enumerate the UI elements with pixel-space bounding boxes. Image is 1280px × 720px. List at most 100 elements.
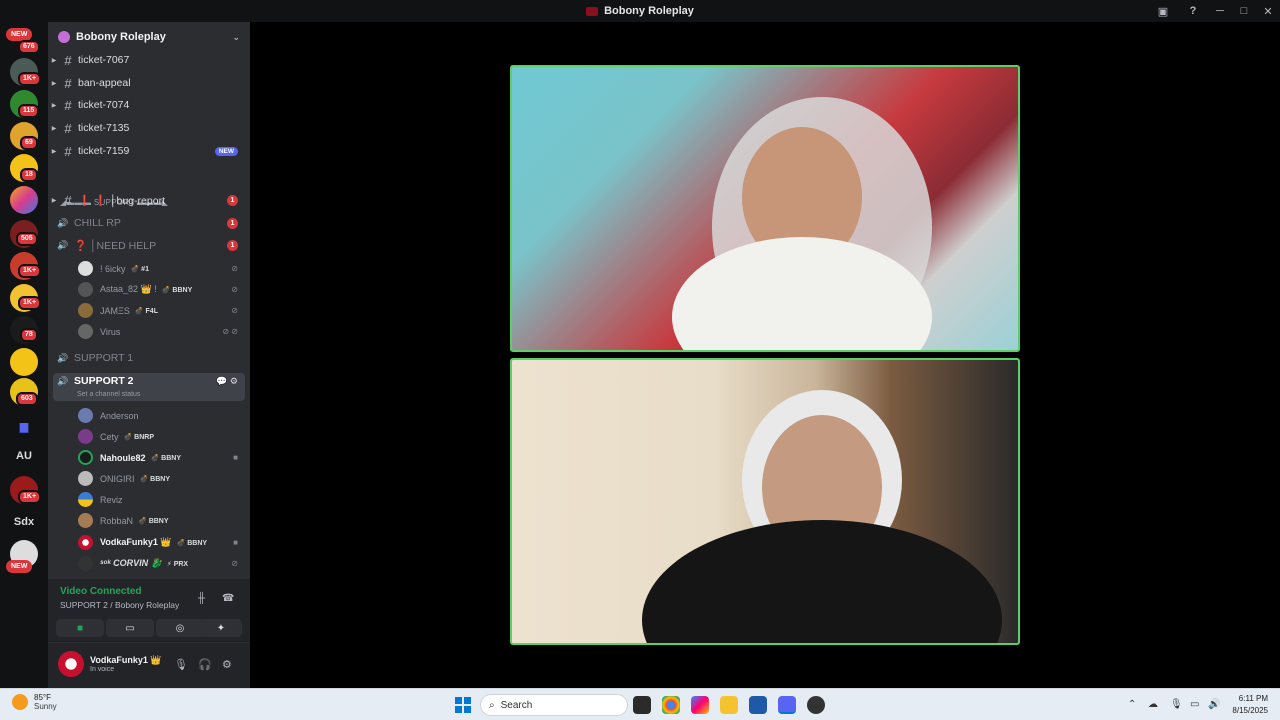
video-camera-icon: ■ [233,538,238,547]
user-tag: ⚡ PRX [166,560,189,568]
voice-channel-support-1[interactable]: 🔊 SUPPORT 1 [48,348,250,368]
server-badge: 69 [20,136,38,150]
text-channel[interactable]: ▶ # ticket-7074 [48,95,250,115]
windows-taskbar: 85°F Sunny ⌕ Search ⌃ ☁ 🎙 ▭ 🔊 6:11 PM 8/… [0,688,1280,720]
close-button[interactable]: ✕ [1256,0,1280,22]
deafened-icon: ⊘ [231,264,238,273]
speaker-icon: 🔊 [57,239,69,250]
voice-user[interactable]: Astaa_82 👑 ! 💣 BBNY ⊘ [48,279,250,300]
chrome-icon[interactable] [662,696,680,714]
window-titlebar: Bobony Roleplay ▣ ? ─ □ ✕ [0,0,1280,22]
video-tile-participant-1[interactable] [510,65,1020,352]
voice-user[interactable]: RobbaN 💣 BBNY [48,510,250,531]
minimize-button[interactable]: ─ [1208,0,1232,22]
guild-header[interactable]: Bobony Roleplay ⌄ [48,22,250,52]
discord-icon[interactable] [778,696,796,714]
channel-label: ticket-7067 [78,54,130,66]
server-badge: 1K+ [18,490,42,504]
weather-condition: Sunny [34,702,57,711]
voice-user-self[interactable]: VodkaFunky1 👑 💣 BBNY ■ [48,532,250,553]
caret-right-icon: ▶ [51,80,57,87]
guild-icon [58,31,70,43]
deafened-icon: ⊘ [231,559,238,568]
maximize-button[interactable]: □ [1232,0,1256,22]
participant-body [642,520,1002,643]
avatar [78,450,93,465]
text-channel-bug-report[interactable]: ▶ # ❗ ❗ │bug-report 1 [48,190,250,210]
display-icon[interactable]: ▭ [1190,699,1199,710]
text-channel[interactable]: ▶ # ticket-7159 NEW [48,141,250,161]
new-unreads-pill[interactable]: NEW [6,560,33,573]
self-avatar[interactable] [58,651,84,677]
voice-user[interactable]: ONIGIRI 💣 BBNY [48,468,250,489]
system-clock[interactable]: 6:11 PM 8/15/2025 [1232,693,1268,717]
server-icon[interactable] [10,348,38,376]
voice-user[interactable]: Cety 💣 BNRP [48,426,250,447]
hash-icon: # [64,120,72,136]
guild-name: Bobony Roleplay [76,31,166,43]
speaker-icon: 🔊 [57,217,69,228]
voice-user[interactable]: ! 6icky 💣 #1 ⊘ [48,258,250,279]
help-icon[interactable]: ? [1186,4,1200,18]
voice-status[interactable]: Video Connected [60,586,142,597]
user-tag: 💣 BNRP [123,433,155,441]
weather-widget[interactable]: 85°F Sunny [12,693,57,711]
volume-icon[interactable]: 🔊 [1208,699,1220,710]
text-channel[interactable]: ▶ # ticket-7135 [48,118,250,138]
cloud-icon[interactable]: ☁ [1148,699,1158,710]
server-icon[interactable] [10,186,38,214]
user-tag: 💣 BBNY [139,475,171,483]
voice-user[interactable]: JAMΞS 💣 F4L ⊘ [48,300,250,321]
text-channel[interactable]: ▶ # ban-appeal [48,73,250,93]
app-icon[interactable] [807,696,825,714]
avatar [78,556,93,571]
start-button[interactable] [455,697,471,713]
voice-user[interactable]: ˢᵒᵏ CORVIN 🐉 ⚡ PRX ⊘ [48,553,250,574]
taskbar-search[interactable]: ⌕ Search [480,694,628,716]
screen-share-button[interactable]: ▭ [106,619,154,637]
voice-user[interactable]: Virus ⊘ ⊘ [48,321,250,342]
video-tile-participant-2[interactable] [510,358,1020,645]
file-explorer-icon[interactable] [720,696,738,714]
headphones-icon[interactable]: 🎧 [198,658,212,671]
server-text-icon[interactable]: Sdx [10,508,38,536]
microphone-icon[interactable]: 🎙 [174,658,188,671]
server-badge: 1K+ [18,296,42,310]
noise-suppression-icon[interactable]: ╫ [198,593,205,604]
text-channel[interactable]: ▶ # ticket-7067 [48,50,250,70]
hash-icon: # [64,52,72,68]
avatar [78,408,93,423]
channel-label: ticket-7159 [78,145,130,157]
voice-user[interactable]: Reviz [48,489,250,510]
server-badge: 18 [20,168,38,182]
user-name: ! 6icky [100,263,126,274]
deafened-icon: ⊘ [231,306,238,315]
activities-button[interactable]: ◎ [156,619,204,637]
speaker-icon: 🔊 [57,375,69,386]
disconnect-icon[interactable]: ☎ [222,593,234,604]
voice-user[interactable]: Nahoule82 💣 BBNY ■ [48,447,250,468]
voice-user[interactable]: Anderson [48,405,250,426]
channel-status-prompt[interactable]: Set a channel status [77,391,140,398]
task-view-icon[interactable] [633,696,651,714]
caret-right-icon: ▶ [51,57,57,64]
voice-channel-support-2[interactable]: 🔊 SUPPORT 2 💬 ⚙ [48,371,250,391]
store-icon[interactable] [749,696,767,714]
user-tag: 💣 #1 [130,265,149,273]
settings-gear-icon[interactable]: ⚙ [222,658,232,671]
camera-toggle-button[interactable]: ■ [56,619,104,637]
channel-actions[interactable]: 💬 ⚙ [216,376,238,387]
microphone-tray-icon[interactable]: 🎙 [1170,699,1183,710]
folder-icon[interactable]: ▆ [10,412,38,440]
self-name[interactable]: VodkaFunky1 👑 [90,655,162,666]
chevron-up-icon[interactable]: ⌃ [1128,699,1136,710]
voice-channel-chill-rp[interactable]: 🔊 CHILL RP 1 [48,213,250,233]
inbox-icon[interactable]: ▣ [1156,4,1170,18]
copilot-icon[interactable] [691,696,709,714]
sun-icon [12,694,28,710]
voice-channel-need-help[interactable]: 🔊 ❓ │NEED HELP 1 [48,235,250,255]
soundboard-button[interactable]: ✦ [200,619,242,637]
server-text-icon[interactable]: AU [10,442,38,470]
window-title: Bobony Roleplay [604,5,694,17]
voice-channel-path[interactable]: SUPPORT 2 / Bobony Roleplay [60,600,179,610]
